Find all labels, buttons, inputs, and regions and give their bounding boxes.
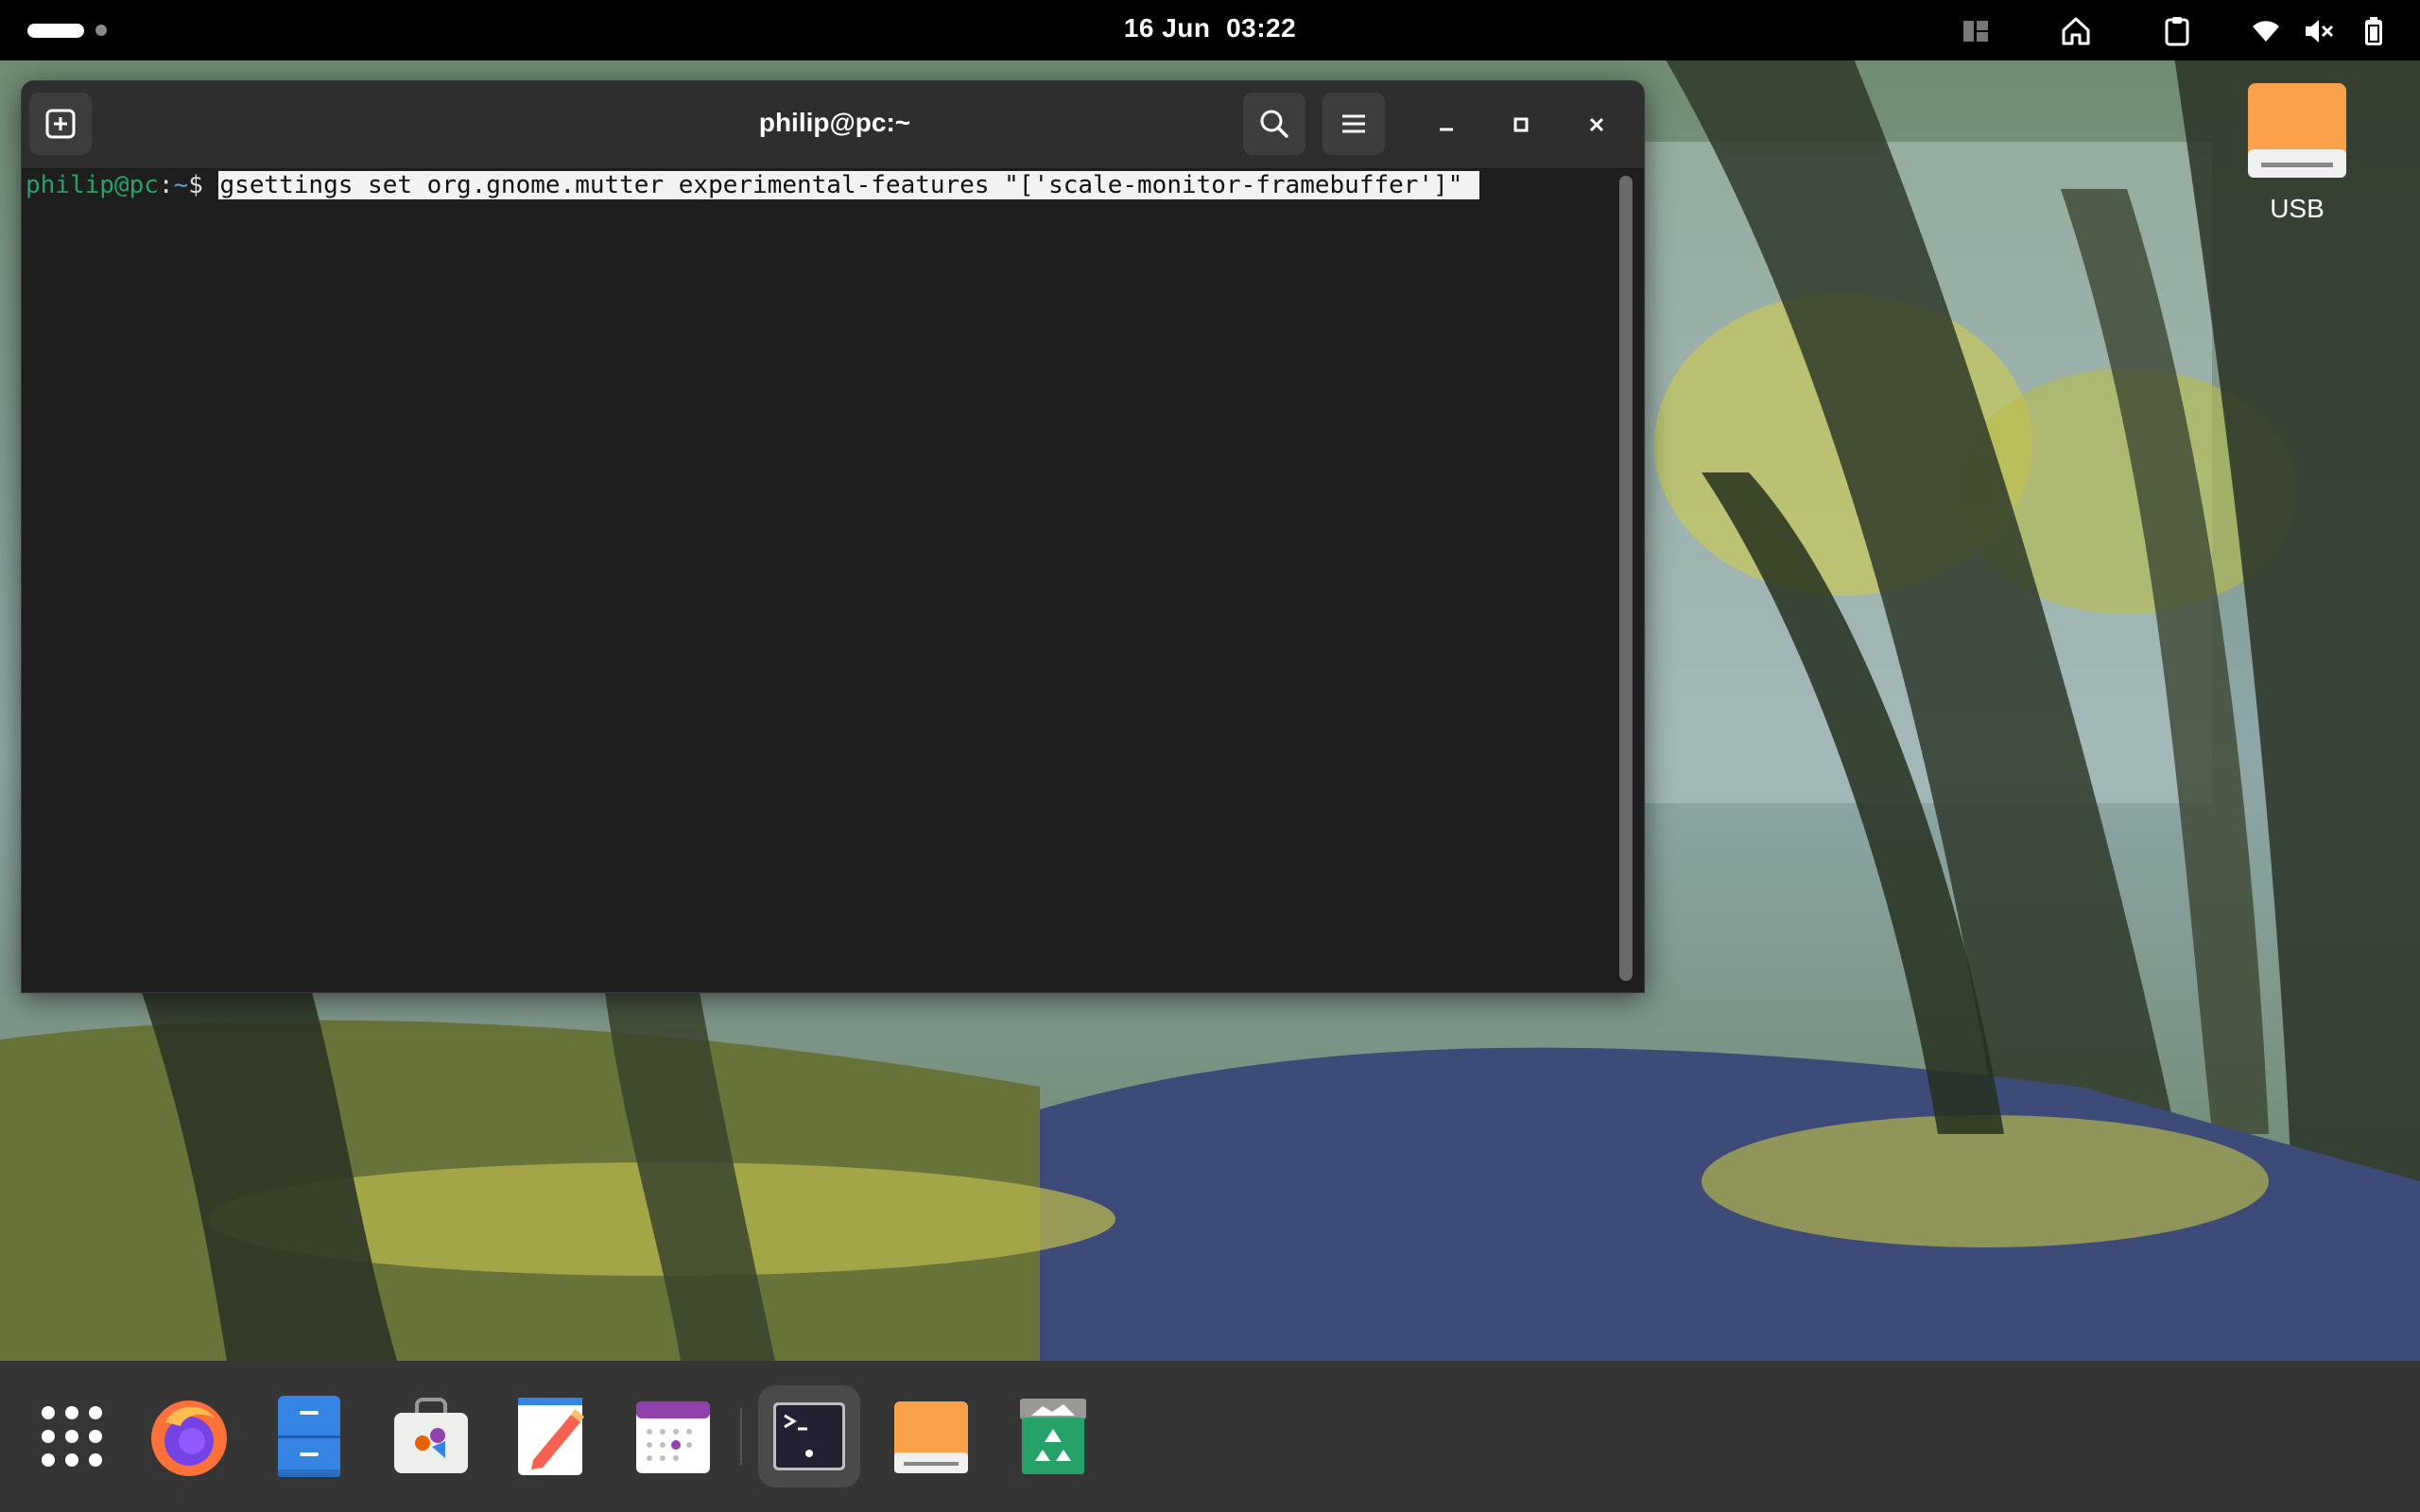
dock-text-editor[interactable] — [501, 1385, 603, 1487]
top-bar: 16 Jun 03:22 — [0, 0, 2420, 60]
software-store-icon — [394, 1398, 468, 1473]
dock-usb-drive[interactable] — [880, 1385, 982, 1487]
prompt-user: philip@pc — [26, 171, 159, 199]
wifi-icon[interactable] — [2250, 15, 2282, 47]
search-button[interactable] — [1243, 93, 1305, 155]
new-tab-button[interactable] — [29, 93, 92, 155]
prompt-colon: : — [158, 171, 174, 199]
dock-terminal[interactable] — [758, 1385, 860, 1487]
home-icon[interactable] — [2060, 15, 2092, 47]
selected-command-text[interactable]: gsettings set org.gnome.mutter experimen… — [217, 171, 1480, 199]
clock[interactable]: 16 Jun 03:22 — [1115, 13, 1305, 43]
window-title: philip@pc:~ — [758, 108, 911, 137]
terminal-headerbar[interactable]: philip@pc:~ — [22, 81, 1644, 169]
close-icon — [1589, 117, 1604, 132]
search-icon — [1260, 110, 1288, 138]
dock-software[interactable] — [380, 1385, 482, 1487]
terminal-line: philip@pc:~$ gsettings set org.gnome.mut… — [26, 169, 1480, 201]
dock-firefox[interactable] — [138, 1385, 240, 1487]
new-tab-icon — [45, 109, 76, 139]
dock-separator — [740, 1408, 742, 1465]
maximize-icon — [1513, 117, 1529, 132]
dock-calendar[interactable] — [622, 1385, 724, 1487]
minimize-button[interactable] — [1429, 108, 1463, 142]
firefox-icon — [151, 1400, 227, 1476]
usb-drive-icon — [2248, 83, 2346, 178]
workspace-indicator[interactable] — [95, 25, 107, 36]
files-cabinet-icon — [278, 1396, 340, 1477]
desktop-usb-drive[interactable]: USB — [2240, 79, 2354, 224]
main-menu-button[interactable] — [1322, 93, 1385, 155]
app-grid-icon — [42, 1406, 102, 1467]
prompt-path: ~ — [173, 171, 189, 199]
prompt-sign: $ — [188, 171, 218, 199]
workspace-indicator-active[interactable] — [27, 24, 84, 38]
terminal-output[interactable]: philip@pc:~$ gsettings set org.gnome.mut… — [22, 169, 1619, 992]
terminal-window[interactable]: philip@pc:~ philip@pc:~$ gsettings set o… — [21, 80, 1645, 993]
text-editor-icon — [518, 1398, 584, 1475]
battery-icon[interactable] — [2358, 15, 2390, 47]
volume-muted-icon[interactable] — [2303, 15, 2335, 47]
terminal-scrollbar[interactable] — [1619, 176, 1633, 981]
workspace-grid-icon[interactable] — [1960, 15, 1992, 47]
clipboard-icon[interactable] — [2161, 15, 2193, 47]
close-button[interactable] — [1580, 108, 1614, 142]
dock-app-grid[interactable] — [21, 1385, 123, 1487]
maximize-button[interactable] — [1504, 108, 1538, 142]
dock — [0, 1361, 2420, 1512]
minimize-icon — [1440, 128, 1453, 131]
terminal-icon — [773, 1402, 845, 1470]
recycle-bin-icon — [1020, 1399, 1086, 1474]
dock-trash[interactable] — [1002, 1385, 1104, 1487]
calendar-icon — [636, 1401, 710, 1473]
usb-drive-label: USB — [2270, 194, 2325, 223]
hamburger-menu-icon — [1342, 114, 1365, 133]
dock-files[interactable] — [258, 1385, 360, 1487]
usb-drive-icon — [894, 1401, 968, 1473]
